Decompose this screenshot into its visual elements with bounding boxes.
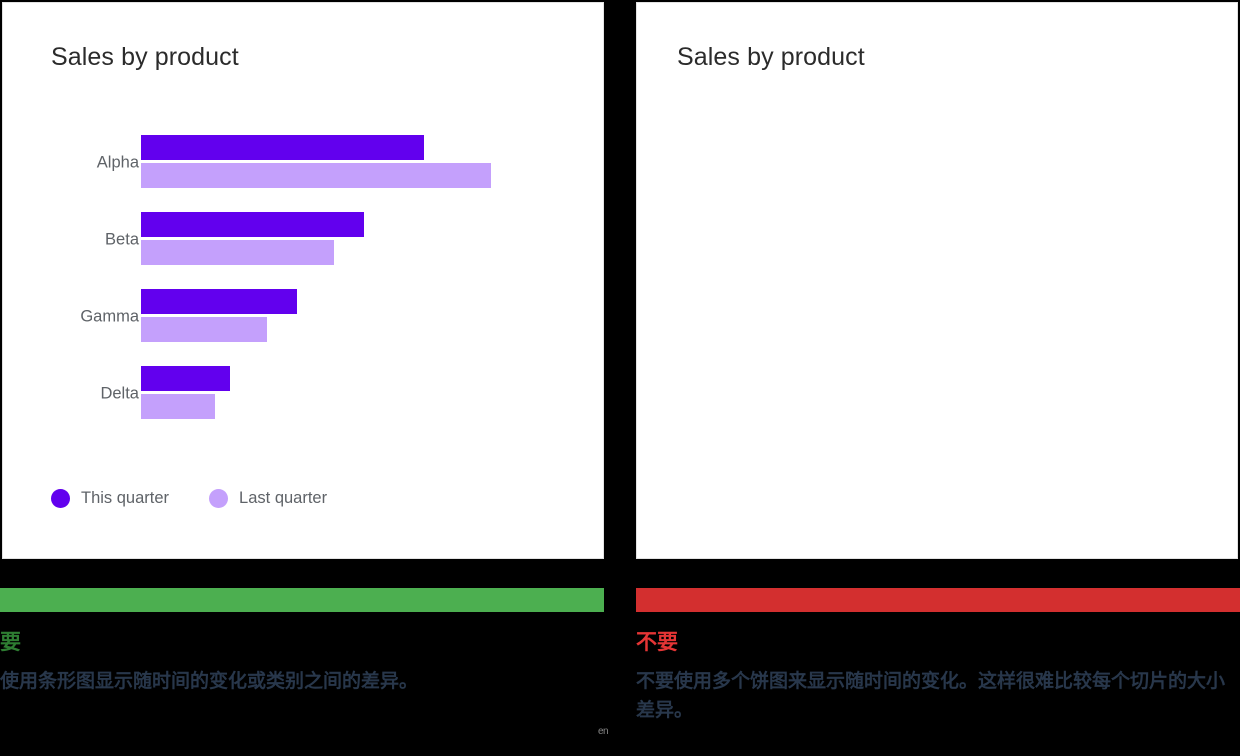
bar-pair [141,133,605,193]
bar-chart-legend: This quarter Last quarter [51,489,327,508]
bar-legend-item[interactable]: Last quarter [209,489,327,508]
bar-group: Delta [3,364,605,424]
bar-current [141,212,365,237]
bar-group: Gamma [3,287,605,347]
callout-body-dont: 不要使用多个饼图来显示随时间的变化。这样很难比较每个切片的大小差异。 [636,671,1226,721]
bar-category-label: Delta [100,384,139,403]
callout-body-do: 使用条形图显示随时间的变化或类别之间的差异。 [0,671,419,693]
callout-kicker-dont: 不要 [636,631,678,654]
bar-pair [141,210,605,270]
bar-legend-label: This quarter [81,489,170,507]
callout-bar-dont [636,588,1240,612]
page-title: Sales by product [51,43,239,71]
watermark-label: en [598,726,609,737]
bar-category-label: Gamma [80,307,139,326]
page-root: Sales by product Alpha Beta Gamma Delta Thi… [0,0,1240,756]
bar-current [141,366,231,391]
bar-current [141,289,298,314]
bar-chart-card: Sales by product Alpha Beta Gamma Delta Thi… [2,2,604,559]
bar-previous [141,317,268,342]
pie-chart-card: Sales by product This quarter Last quart… [636,2,1238,559]
callout-do: 要 使用条形图显示随时间的变化或类别之间的差异。 [0,588,604,697]
callout-kicker-do: 要 [0,631,21,654]
bar-group: Alpha [3,133,605,193]
bar-category-label: Alpha [96,153,139,172]
bar-previous [141,163,491,188]
bar-legend-label: Last quarter [239,489,328,507]
bar-group: Beta [3,210,605,270]
bar-category-label: Beta [105,230,139,249]
bar-chart: Alpha Beta Gamma Delta [3,133,605,433]
bar-current [141,135,424,160]
bar-previous [141,240,335,265]
bar-pair [141,287,605,347]
circle-swatch [209,489,229,508]
bar-pair [141,364,605,424]
callout-dont: 不要 不要使用多个饼图来显示随时间的变化。这样很难比较每个切片的大小差异。 [636,588,1240,726]
bar-previous [141,394,216,419]
circle-swatch [51,489,70,508]
callout-bar-do [0,588,604,612]
bar-legend-item[interactable]: This quarter [51,489,169,508]
page-title: Sales by product [677,43,865,71]
